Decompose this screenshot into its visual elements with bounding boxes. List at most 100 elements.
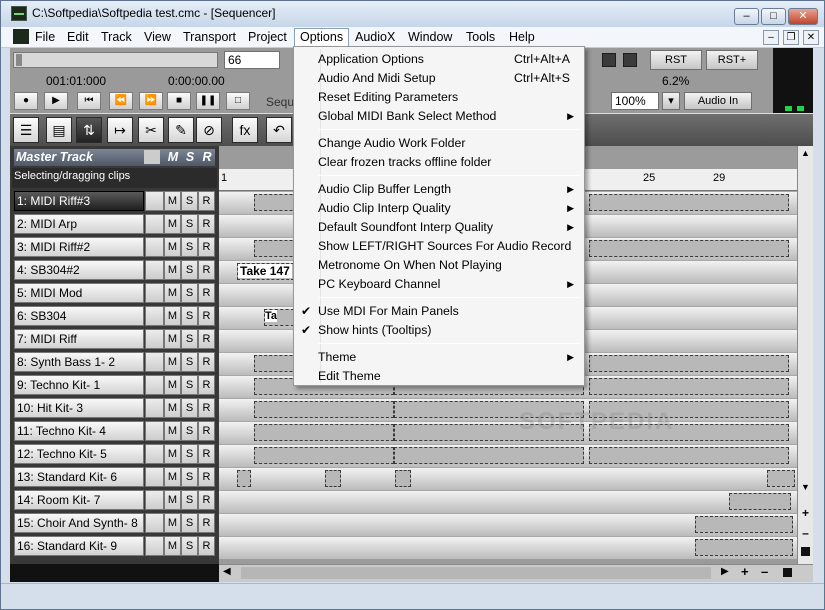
track-lane[interactable] bbox=[219, 444, 797, 467]
track-row[interactable]: 10: Hit Kit- 3 MSR bbox=[14, 398, 215, 418]
track-solo-button[interactable]: S bbox=[181, 352, 198, 372]
scroll-right-arrow[interactable]: ▶ bbox=[721, 566, 735, 580]
menu-view[interactable]: View bbox=[139, 29, 176, 45]
track-row[interactable]: 7: MIDI Riff M S R bbox=[14, 329, 215, 349]
track-name[interactable]: 12: Techno Kit- 5 bbox=[14, 444, 144, 464]
app-icon[interactable] bbox=[11, 6, 27, 21]
menu-item[interactable]: ✔ Use MDI For Main Panels bbox=[296, 302, 582, 321]
track-lane[interactable] bbox=[219, 398, 797, 421]
track-color-box[interactable] bbox=[145, 421, 164, 441]
track-color-box[interactable] bbox=[145, 237, 164, 257]
track-solo-button[interactable]: S bbox=[181, 398, 198, 418]
bar-value-field[interactable]: 66 bbox=[224, 51, 280, 69]
menu-item[interactable]: PC Keyboard Channel ▶ bbox=[296, 275, 582, 294]
zoom-dropdown-button[interactable]: ▾ bbox=[662, 92, 680, 110]
scroll-left-arrow[interactable]: ◀ bbox=[223, 566, 237, 580]
clip[interactable] bbox=[589, 355, 789, 372]
track-mute-button[interactable]: M bbox=[164, 237, 181, 257]
menu-item[interactable]: ✔ Show hints (Tooltips) bbox=[296, 321, 582, 340]
track-row[interactable]: 3: MIDI Riff#2 M S R bbox=[14, 237, 215, 257]
play-button[interactable]: ▶ bbox=[44, 92, 68, 110]
audio-in-button[interactable]: Audio In bbox=[684, 92, 752, 110]
track-color-box[interactable] bbox=[145, 329, 164, 349]
track-record-button[interactable]: R bbox=[198, 398, 215, 418]
scroll-down-arrow[interactable]: ▼ bbox=[799, 482, 812, 496]
track-lane[interactable] bbox=[219, 490, 797, 513]
loop-region-button[interactable]: □ bbox=[226, 92, 250, 110]
scroll-track[interactable] bbox=[241, 567, 711, 579]
track-record-button[interactable]: R bbox=[198, 191, 215, 211]
track-record-button[interactable]: R bbox=[198, 513, 215, 533]
track-color-box[interactable] bbox=[145, 260, 164, 280]
slider-thumb[interactable] bbox=[16, 54, 22, 66]
track-solo-button[interactable]: S bbox=[181, 490, 198, 510]
track-row[interactable]: 14: Room Kit- 7 MSR bbox=[14, 490, 215, 510]
menu-audiox[interactable]: AudioX bbox=[350, 29, 400, 45]
track-name[interactable]: 13: Standard Kit- 6 bbox=[14, 467, 144, 487]
track-mute-button[interactable]: M bbox=[164, 329, 181, 349]
track-name[interactable]: 9: Techno Kit- 1 bbox=[14, 375, 144, 395]
menu-item[interactable]: Application Options Ctrl+Alt+A bbox=[296, 50, 582, 69]
close-button[interactable]: ✕ bbox=[788, 8, 818, 25]
zoom-out-h-icon[interactable]: – bbox=[761, 564, 775, 579]
clip[interactable] bbox=[254, 424, 394, 441]
menu-tools[interactable]: Tools bbox=[461, 29, 500, 45]
menu-track[interactable]: Track bbox=[96, 29, 137, 45]
track-mute-button[interactable]: M bbox=[164, 352, 181, 372]
menu-options[interactable]: Options bbox=[294, 28, 350, 48]
track-color-box[interactable] bbox=[145, 398, 164, 418]
track-record-button[interactable]: R bbox=[198, 260, 215, 280]
horizontal-scrollbar[interactable]: ◀ ▶ + – bbox=[219, 564, 813, 582]
zoom-in-v-icon[interactable]: + bbox=[799, 506, 812, 520]
track-record-button[interactable]: R bbox=[198, 237, 215, 257]
track-mute-button[interactable]: M bbox=[164, 444, 181, 464]
track-solo-button[interactable]: S bbox=[181, 513, 198, 533]
track-name[interactable]: 5: MIDI Mod bbox=[14, 283, 144, 303]
menu-item[interactable]: Global MIDI Bank Select Method ▶ bbox=[296, 107, 582, 126]
track-record-button[interactable]: R bbox=[198, 490, 215, 510]
track-mute-button[interactable]: M bbox=[164, 260, 181, 280]
stretch-tool-icon[interactable]: ↦ bbox=[107, 117, 133, 143]
track-record-button[interactable]: R bbox=[198, 306, 215, 326]
menu-item[interactable]: Theme ▶ bbox=[296, 348, 582, 367]
track-record-button[interactable]: R bbox=[198, 375, 215, 395]
position-slider[interactable] bbox=[13, 52, 218, 68]
document-icon[interactable] bbox=[13, 29, 29, 44]
clip[interactable] bbox=[254, 401, 394, 418]
track-name[interactable]: 15: Choir And Synth- 8 bbox=[14, 513, 144, 533]
track-row[interactable]: 6: SB304 M S R bbox=[14, 306, 215, 326]
track-mute-button[interactable]: M bbox=[164, 191, 181, 211]
track-color-box[interactable] bbox=[145, 513, 164, 533]
clip[interactable] bbox=[237, 470, 251, 487]
clip[interactable] bbox=[589, 447, 789, 464]
zoom-reset-h-icon[interactable] bbox=[783, 568, 792, 577]
clip[interactable] bbox=[325, 470, 341, 487]
track-row[interactable]: 4: SB304#2 M S R bbox=[14, 260, 215, 280]
menu-item[interactable]: Clear frozen tracks offline folder bbox=[296, 153, 582, 172]
track-name[interactable]: 1: MIDI Riff#3 bbox=[14, 191, 144, 211]
track-record-button[interactable]: R bbox=[198, 444, 215, 464]
clip[interactable] bbox=[767, 470, 795, 487]
zoom-out-v-icon[interactable]: – bbox=[799, 526, 812, 540]
clip[interactable] bbox=[695, 539, 793, 556]
menu-item[interactable]: Show LEFT/RIGHT Sources For Audio Record bbox=[296, 237, 582, 256]
menu-item[interactable]: Reset Editing Parameters bbox=[296, 88, 582, 107]
track-name[interactable]: 10: Hit Kit- 3 bbox=[14, 398, 144, 418]
menu-project[interactable]: Project bbox=[243, 29, 292, 45]
track-record-button[interactable]: R bbox=[198, 283, 215, 303]
rewind-button[interactable]: ⏪ bbox=[109, 92, 133, 110]
clip[interactable] bbox=[254, 447, 394, 464]
track-lane[interactable] bbox=[219, 536, 797, 559]
zoom-in-h-icon[interactable]: + bbox=[741, 564, 755, 579]
track-name[interactable]: 16: Standard Kit- 9 bbox=[14, 536, 144, 556]
rewind-start-button[interactable]: ⏮ bbox=[77, 92, 101, 110]
menu-edit[interactable]: Edit bbox=[62, 29, 94, 45]
fast-forward-button[interactable]: ⏩ bbox=[139, 92, 163, 110]
track-mute-button[interactable]: M bbox=[164, 283, 181, 303]
master-record-button[interactable]: R bbox=[198, 149, 216, 165]
track-row[interactable]: 2: MIDI Arp M S R bbox=[14, 214, 215, 234]
record-button[interactable]: ● bbox=[14, 92, 38, 110]
indicator-square-2[interactable] bbox=[623, 53, 637, 67]
track-row[interactable]: 12: Techno Kit- 5 MSR bbox=[14, 444, 215, 464]
track-solo-button[interactable]: S bbox=[181, 421, 198, 441]
